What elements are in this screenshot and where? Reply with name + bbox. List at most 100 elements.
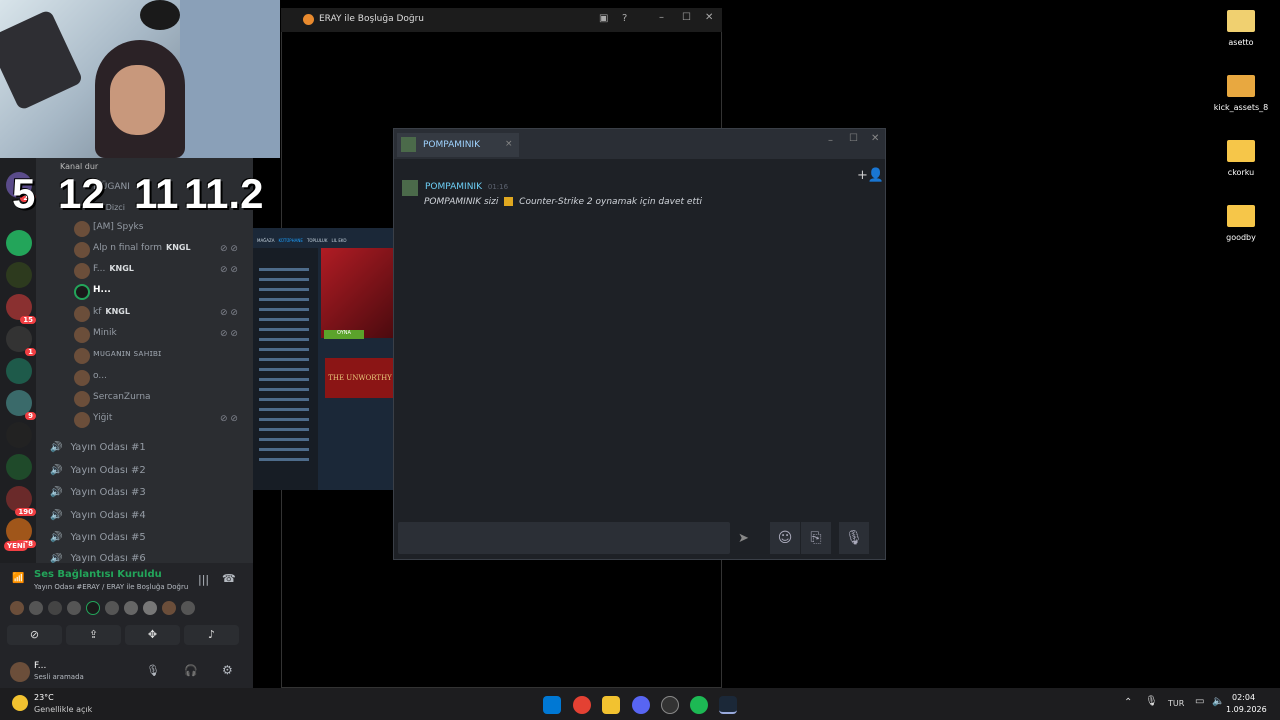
play-button[interactable]: OYNA bbox=[324, 330, 364, 339]
close-icon[interactable]: ✕ bbox=[871, 133, 879, 144]
language-indicator[interactable]: TUR bbox=[1168, 699, 1184, 708]
avatar bbox=[74, 263, 90, 279]
steam-icon[interactable] bbox=[719, 696, 737, 714]
emoji-icon[interactable]: ☺ bbox=[770, 522, 800, 554]
voice-user[interactable]: Minik ⊘ ⊘ bbox=[0, 325, 253, 346]
signal-icon: 📶 bbox=[12, 573, 25, 584]
folder-icon bbox=[1227, 75, 1255, 97]
voice-icon[interactable]: 🎙 bbox=[839, 522, 869, 554]
help-icon[interactable]: ? bbox=[622, 13, 627, 24]
voice-user[interactable]: H... bbox=[0, 282, 253, 303]
voice-user[interactable]: [AM] Spyks bbox=[0, 219, 253, 240]
voice-channel[interactable]: 🔊 Yayın Odası #5 bbox=[50, 532, 250, 554]
send-icon[interactable]: ➤ bbox=[738, 531, 749, 546]
steam-tabs: MAĞAZA KÜTÜPHANE TOPLULUK LIL EKO bbox=[257, 238, 347, 243]
participant-avatars bbox=[10, 601, 210, 615]
avatar bbox=[401, 137, 416, 152]
score-overlay: 5 12 11 11.2 bbox=[0, 170, 263, 220]
disconnect-icon[interactable]: ☎ bbox=[222, 572, 236, 585]
volume-icon[interactable]: 🔈 bbox=[1212, 696, 1224, 707]
file-explorer-icon[interactable] bbox=[602, 696, 620, 714]
spotify-icon[interactable] bbox=[690, 696, 708, 714]
speaker-icon: 🔊 bbox=[50, 442, 63, 453]
soundboard-icon[interactable]: ||| bbox=[198, 573, 209, 586]
microphone-icon[interactable]: 🎙 bbox=[1145, 696, 1158, 707]
score-2: 12 bbox=[58, 170, 105, 217]
desktop-icon[interactable]: asetto bbox=[1211, 10, 1271, 47]
message-sender[interactable]: POMPAMINIK 01:16 bbox=[425, 182, 508, 192]
app-icon bbox=[303, 14, 314, 25]
stream-window-titlebar: ERAY ile Boşluğa Doğru ▣ ? – ☐ ✕ bbox=[281, 8, 722, 32]
chat-input[interactable] bbox=[398, 522, 730, 554]
tab-close-icon[interactable]: × bbox=[505, 139, 513, 149]
avatar bbox=[74, 284, 90, 300]
avatar bbox=[74, 370, 90, 386]
soundboard-button[interactable]: ♪ bbox=[184, 625, 239, 645]
voice-channel[interactable]: 🔊 Yayın Odası #1 bbox=[50, 442, 250, 464]
game-list bbox=[253, 248, 318, 490]
game-hero-image bbox=[321, 248, 395, 338]
minimize-icon[interactable]: – bbox=[659, 12, 664, 23]
voice-channel[interactable]: 🔊 Yayın Odası #2 bbox=[50, 465, 250, 487]
avatar bbox=[74, 412, 90, 428]
chat-tab-name: POMPAMINIK bbox=[423, 140, 480, 150]
attach-icon[interactable]: ⎘ bbox=[801, 522, 831, 554]
voice-user[interactable]: SercanZurna bbox=[0, 389, 253, 410]
new-badge: YENİ bbox=[4, 541, 29, 551]
headphones-icon[interactable]: 🎧 bbox=[184, 664, 198, 677]
avatar[interactable] bbox=[10, 662, 30, 682]
voice-user[interactable]: F... KNGL ⊘ ⊘ bbox=[0, 261, 253, 282]
server-icon[interactable] bbox=[6, 454, 32, 480]
avatar bbox=[402, 180, 418, 196]
voice-location[interactable]: Yayın Odası #ERAY / ERAY ile Boşluğa Doğ… bbox=[34, 583, 188, 591]
close-icon[interactable]: ✕ bbox=[705, 12, 713, 23]
discord-icon[interactable] bbox=[632, 696, 650, 714]
settings-gear-icon[interactable]: ⚙ bbox=[222, 663, 233, 677]
voice-user[interactable]: Yiğit ⊘ ⊘ bbox=[0, 410, 253, 431]
desktop-icon[interactable]: ckorku bbox=[1211, 140, 1271, 177]
score-4: 11.2 bbox=[184, 170, 264, 217]
weather-icon[interactable] bbox=[12, 695, 28, 711]
speaker-icon: 🔊 bbox=[50, 487, 63, 498]
maximize-icon[interactable]: ☐ bbox=[849, 133, 858, 144]
avatar bbox=[74, 306, 90, 322]
username: F... bbox=[34, 661, 47, 671]
chat-tab[interactable]: POMPAMINIK × bbox=[397, 133, 519, 157]
voice-user[interactable]: ᴍᴜɢᴀɴɪɴ sᴀʜɪʙɪ bbox=[0, 346, 253, 367]
clock-date[interactable]: 1.09.2026 bbox=[1226, 705, 1267, 714]
voice-channel[interactable]: 🔊 Yayın Odası #4 bbox=[50, 510, 250, 532]
server-icon[interactable]: 190 bbox=[6, 486, 36, 516]
camera-off-button[interactable]: ⊘ bbox=[7, 625, 62, 645]
steam-chat-window bbox=[393, 128, 886, 560]
avatar bbox=[74, 348, 90, 364]
muted-icon: ⊘ ⊘ bbox=[220, 265, 238, 275]
speaker-icon: 🔊 bbox=[50, 510, 63, 521]
minimize-icon[interactable]: – bbox=[828, 135, 833, 146]
add-friend-icon[interactable]: +👤 bbox=[857, 168, 884, 183]
clock-time[interactable]: 02:04 bbox=[1232, 693, 1255, 702]
weather-desc: Genellikle açık bbox=[34, 705, 93, 714]
chrome-icon[interactable] bbox=[573, 696, 591, 714]
game-banner: THE UNWORTHY bbox=[325, 358, 395, 398]
desktop-icon[interactable]: kick_assets_8 bbox=[1211, 75, 1271, 112]
network-icon[interactable]: ▭ bbox=[1195, 696, 1204, 707]
maximize-icon[interactable]: ☐ bbox=[682, 12, 691, 23]
voice-user[interactable]: o... bbox=[0, 368, 253, 389]
steam-library-window: MAĞAZA KÜTÜPHANE TOPLULUK LIL EKO OYNA THE … bbox=[253, 228, 395, 490]
microphone-icon[interactable]: 🎙 bbox=[146, 664, 160, 677]
voice-user[interactable]: Alp n final form KNGL ⊘ ⊘ bbox=[0, 240, 253, 261]
folder-icon bbox=[1227, 10, 1255, 32]
speaker-icon: 🔊 bbox=[50, 465, 63, 476]
activity-button[interactable]: ✥ bbox=[125, 625, 180, 645]
screen-share-button[interactable]: ⇪ bbox=[66, 625, 121, 645]
obs-icon[interactable] bbox=[661, 696, 679, 714]
weather-temp: 23°C bbox=[34, 693, 54, 702]
voice-channel[interactable]: 🔊 Yayın Odası #3 bbox=[50, 487, 250, 509]
webcam-feed bbox=[0, 0, 280, 158]
desktop-icon[interactable]: goodby bbox=[1211, 205, 1271, 242]
start-icon[interactable] bbox=[543, 696, 561, 714]
voice-channel[interactable]: 🔊 Yayın Odası #6 bbox=[50, 553, 250, 563]
cast-icon[interactable]: ▣ bbox=[599, 13, 608, 24]
chevron-up-icon[interactable]: ⌃ bbox=[1124, 697, 1132, 708]
voice-user[interactable]: kf KNGL ⊘ ⊘ bbox=[0, 304, 253, 325]
